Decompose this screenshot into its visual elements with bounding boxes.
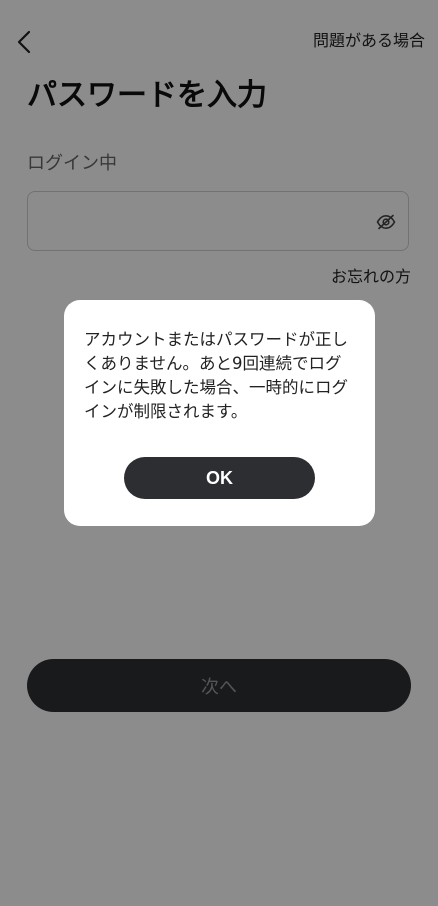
- error-dialog: アカウントまたはパスワードが正しくありません。あと9回連続でログインに失敗した場…: [64, 300, 375, 526]
- error-message: アカウントまたはパスワードが正しくありません。あと9回連続でログインに失敗した場…: [84, 330, 348, 421]
- ok-button[interactable]: OK: [124, 457, 315, 499]
